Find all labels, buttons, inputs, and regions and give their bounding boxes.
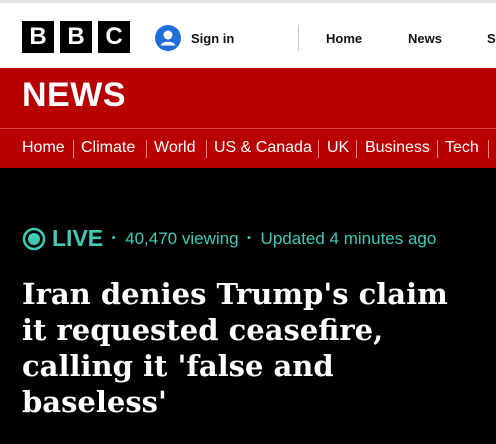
section-nav-world[interactable]: World (154, 139, 196, 157)
nav-separator (488, 140, 489, 158)
live-pulse-icon (22, 227, 46, 250)
bbc-logo-letter: B (22, 21, 54, 53)
section-nav-uk[interactable]: UK (327, 139, 349, 157)
section-nav-home[interactable]: Home (22, 139, 65, 157)
separator-dot: · (246, 228, 253, 248)
masthead: B B C Sign in Home News S (0, 0, 496, 68)
topnav-home[interactable]: Home (326, 31, 362, 46)
live-label: LIVE (52, 225, 104, 251)
nav-separator (356, 140, 357, 158)
section-nav-climate[interactable]: Climate (81, 139, 135, 157)
section-nav-tech[interactable]: Tech (445, 139, 479, 157)
user-avatar-icon (155, 25, 181, 51)
bbc-logo-letter: C (98, 21, 130, 53)
nav-separator (318, 140, 319, 158)
section-nav-business[interactable]: Business (365, 139, 430, 157)
section-nav-us-canada[interactable]: US & Canada (214, 139, 312, 157)
updated-time: Updated 4 minutes ago (260, 228, 437, 248)
signin-label: Sign in (191, 30, 235, 46)
topnav-news[interactable]: News (408, 31, 442, 46)
live-status: LIVE · 40,470 viewing · Updated 4 minute… (22, 225, 436, 252)
nav-separator (206, 140, 207, 158)
bbc-logo-letter: B (60, 21, 92, 53)
section-title[interactable]: NEWS (22, 76, 126, 115)
nav-separator (437, 140, 438, 158)
signin-button[interactable]: Sign in (155, 25, 234, 51)
separator-dot: · (111, 228, 118, 248)
article-headline: Iran denies Trump's claim it requested c… (22, 277, 448, 419)
bbc-logo[interactable]: B B C (22, 21, 130, 53)
nav-separator (73, 140, 74, 158)
topnav-sport[interactable]: S (487, 31, 496, 46)
masthead-divider (298, 25, 299, 51)
viewer-count: 40,470 viewing (125, 228, 239, 248)
nav-separator (146, 140, 147, 158)
section-nav: Home Climate World US & Canada UK Busine… (0, 128, 496, 168)
